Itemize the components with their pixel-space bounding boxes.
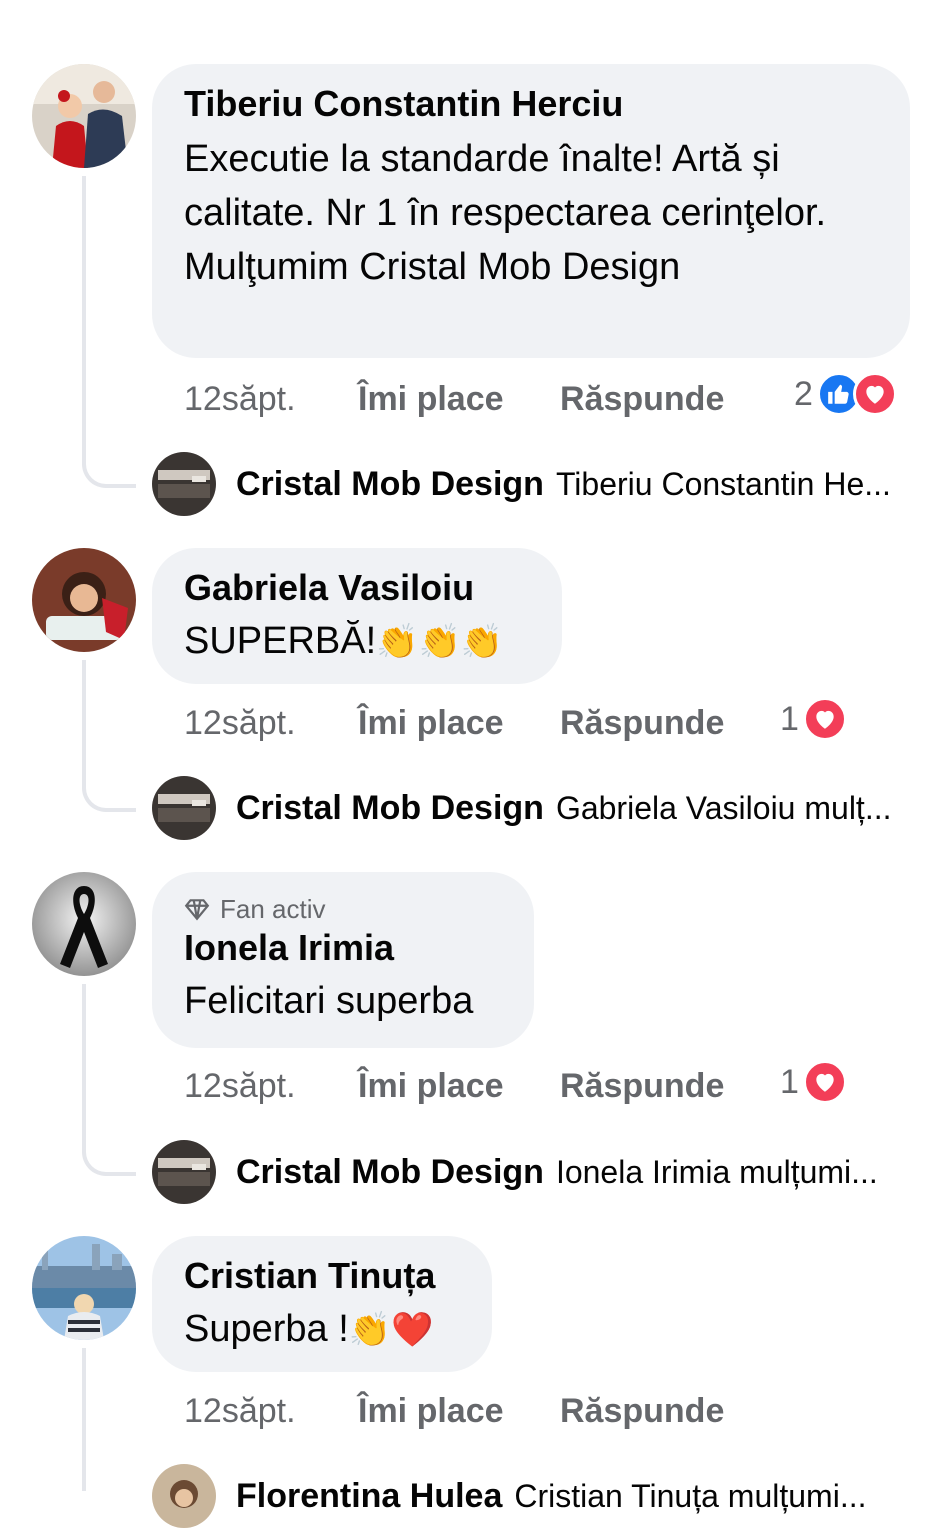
reaction-count: 2 bbox=[794, 374, 813, 413]
avatar-tiberiu[interactable] bbox=[32, 64, 136, 168]
avatar-gabriela[interactable] bbox=[32, 548, 136, 652]
avatar-cristal-mob[interactable] bbox=[152, 776, 216, 840]
thread-connector bbox=[82, 1120, 136, 1176]
like-button[interactable]: Îmi place bbox=[358, 380, 560, 419]
reply-button[interactable]: Răspunde bbox=[560, 704, 724, 743]
reply-preview[interactable]: Florentina Hulea Cristian Tinuța mulțumi… bbox=[152, 1464, 866, 1528]
comment-text: SUPERBĂ!👏👏👏 bbox=[184, 614, 530, 669]
comment-actions: 12săpt. Îmi place Răspunde bbox=[184, 1386, 724, 1436]
comment-bubble[interactable]: Tiberiu Constantin Herciu Executie la st… bbox=[152, 64, 910, 358]
comment-time[interactable]: 12săpt. bbox=[184, 1392, 358, 1431]
reaction-count: 1 bbox=[780, 699, 799, 738]
avatar-cristal-mob[interactable] bbox=[152, 1140, 216, 1204]
comment-bubble[interactable]: Cristian Tinuța Superba !👏❤️ bbox=[152, 1236, 492, 1372]
comment-author[interactable]: Ionela Irimia bbox=[184, 926, 502, 970]
avatar-florentina[interactable] bbox=[152, 1464, 216, 1528]
like-button[interactable]: Îmi place bbox=[358, 1067, 560, 1106]
comment-author[interactable]: Cristian Tinuța bbox=[184, 1254, 460, 1298]
comment-text-content: SUPERBĂ! bbox=[184, 620, 377, 662]
comment-bubble[interactable]: Gabriela Vasiloiu SUPERBĂ!👏👏👏 bbox=[152, 548, 562, 684]
reply-author[interactable]: Florentina Hulea bbox=[236, 1477, 502, 1516]
reply-author[interactable]: Cristal Mob Design bbox=[236, 789, 544, 828]
diamond-icon bbox=[184, 899, 210, 921]
comment-text: Felicitari superba bbox=[184, 980, 474, 1022]
fan-badge: Fan activ bbox=[184, 892, 502, 926]
reply-text: Gabriela Vasiloiu mulț... bbox=[555, 789, 892, 826]
reaction-summary[interactable]: 2 bbox=[794, 372, 897, 416]
reply-button[interactable]: Răspunde bbox=[560, 1392, 724, 1431]
comment-actions: 12săpt. Îmi place Răspunde bbox=[184, 1061, 724, 1111]
reply-preview[interactable]: Cristal Mob Design Ionela Irimia mulțumi… bbox=[152, 1140, 878, 1204]
like-button[interactable]: Îmi place bbox=[358, 704, 560, 743]
comment-time[interactable]: 12săpt. bbox=[184, 704, 358, 743]
comment-time[interactable]: 12săpt. bbox=[184, 380, 358, 419]
reply-preview[interactable]: Cristal Mob Design Gabriela Vasiloiu mul… bbox=[152, 776, 891, 840]
avatar-cristian[interactable] bbox=[32, 1236, 136, 1340]
thread-line bbox=[82, 984, 86, 1124]
comment-author[interactable]: Gabriela Vasiloiu bbox=[184, 566, 530, 610]
fan-badge-label: Fan activ bbox=[220, 894, 326, 924]
comment-actions: 12săpt. Îmi place Răspunde bbox=[184, 698, 724, 748]
reply-author[interactable]: Cristal Mob Design bbox=[236, 1153, 544, 1192]
clap-emojis: 👏👏👏 bbox=[376, 622, 504, 662]
thread-connector bbox=[82, 756, 136, 812]
comment-time[interactable]: 12săpt. bbox=[184, 1067, 358, 1106]
reply-text: Ionela Irimia mulțumi... bbox=[555, 1153, 878, 1190]
comment-bubble[interactable]: Fan activ Ionela Irimia Felicitari super… bbox=[152, 872, 534, 1048]
emojis: 👏❤️ bbox=[348, 1310, 434, 1350]
love-icon bbox=[802, 1060, 847, 1104]
comment-text: Superba !👏❤️ bbox=[184, 1302, 460, 1357]
thread-line bbox=[82, 660, 86, 760]
reply-author[interactable]: Cristal Mob Design bbox=[236, 465, 544, 504]
reaction-summary[interactable]: 1 bbox=[780, 697, 847, 741]
love-icon bbox=[802, 697, 847, 741]
thread-line bbox=[82, 1348, 86, 1491]
avatar-ionela[interactable] bbox=[32, 872, 136, 976]
like-button[interactable]: Îmi place bbox=[358, 1392, 560, 1431]
reply-button[interactable]: Răspunde bbox=[560, 1067, 724, 1106]
love-icon bbox=[852, 372, 897, 416]
comment-text-content: Superba ! bbox=[184, 1308, 349, 1350]
thread-connector bbox=[82, 430, 136, 488]
reply-preview[interactable]: Cristal Mob Design Tiberiu Constantin He… bbox=[152, 452, 891, 516]
thread-line bbox=[82, 176, 86, 436]
reply-text: Cristian Tinuța mulțumi... bbox=[514, 1477, 867, 1514]
reaction-count: 1 bbox=[780, 1062, 799, 1101]
comment-text: Executie la standarde înalte! Artă și ca… bbox=[184, 138, 827, 288]
reply-text: Tiberiu Constantin He... bbox=[555, 465, 891, 502]
comment-actions: 12săpt. Îmi place Răspunde bbox=[184, 374, 724, 424]
avatar-cristal-mob[interactable] bbox=[152, 452, 216, 516]
reply-button[interactable]: Răspunde bbox=[560, 380, 724, 419]
comment-author[interactable]: Tiberiu Constantin Herciu bbox=[184, 82, 878, 126]
reaction-summary[interactable]: 1 bbox=[780, 1060, 847, 1104]
